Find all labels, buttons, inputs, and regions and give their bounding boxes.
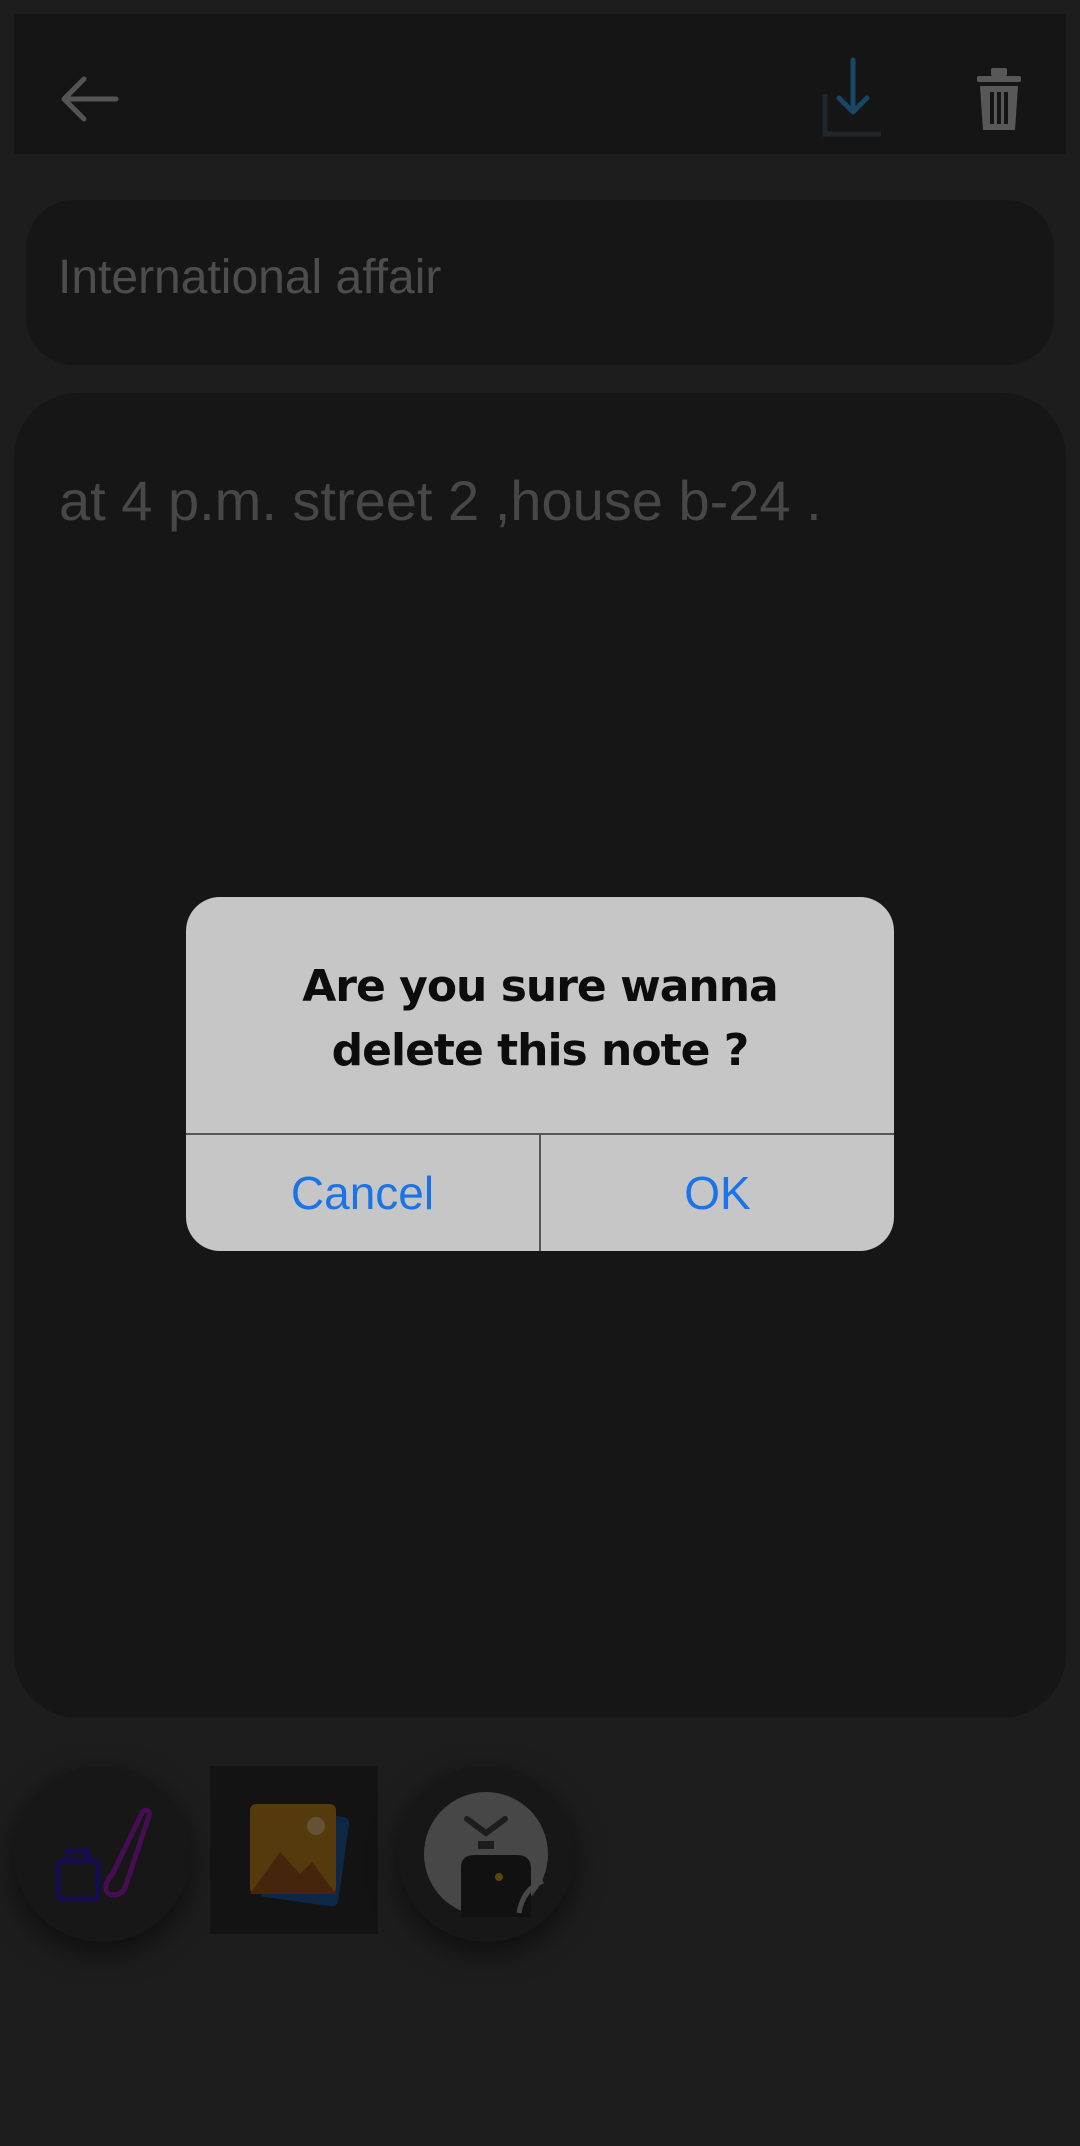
delete-confirm-dialog: Are you sure wanna delete this note ? Ca… [186, 897, 894, 1251]
dialog-message: Are you sure wanna delete this note ? [302, 961, 779, 1076]
ok-button[interactable]: OK [541, 1135, 894, 1251]
cancel-button[interactable]: Cancel [186, 1135, 539, 1251]
